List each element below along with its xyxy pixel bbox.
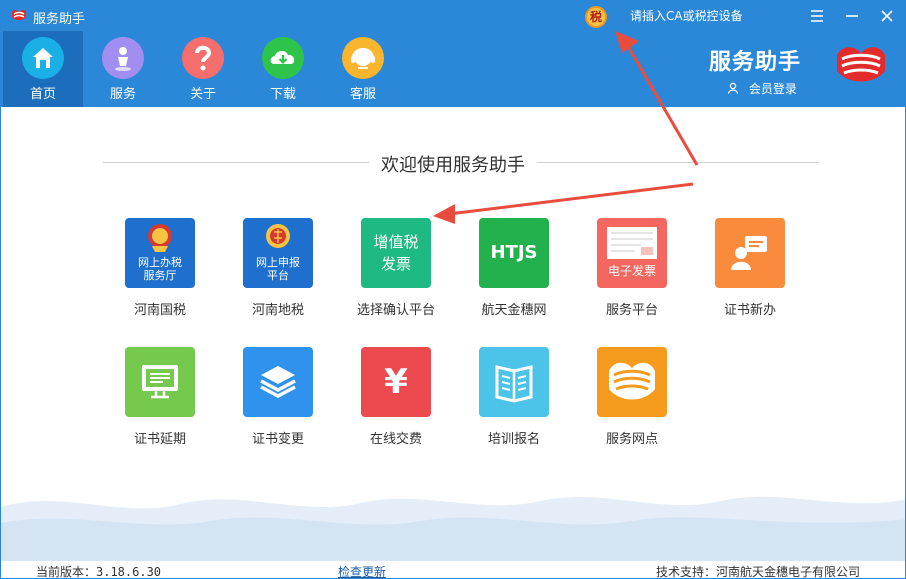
tile-caption: 电子发票	[607, 264, 656, 278]
service-point-icon	[597, 347, 667, 417]
tile-label: 在线交费	[369, 432, 422, 447]
certificate-extend-icon	[125, 347, 195, 417]
tile-caption: HTJS	[490, 242, 538, 263]
tile-online-payment[interactable]: ¥ 在线交费	[341, 347, 451, 452]
tile-caption: 网上办税 服务厅	[138, 256, 182, 282]
person-icon	[102, 37, 144, 79]
close-icon[interactable]	[876, 5, 898, 27]
device-status-text: 请插入CA或税控设备	[630, 9, 743, 23]
tile-certificate-extend[interactable]: 证书延期	[105, 347, 215, 452]
question-icon	[182, 37, 224, 79]
tile-service-points[interactable]: 服务网点	[577, 347, 687, 452]
tile-certificate-change[interactable]: 证书变更	[223, 347, 333, 452]
tile-label: 培训报名	[487, 432, 540, 447]
tile-label: 证书延期	[133, 432, 186, 447]
user-icon	[727, 82, 739, 94]
tile-label: 选择确认平台	[356, 303, 435, 318]
minimize-icon[interactable]	[841, 5, 863, 27]
tile-label: 证书变更	[251, 432, 304, 447]
tile-henan-national-tax[interactable]: 网上办税 服务厅 河南国税	[105, 218, 215, 323]
title-bar: 服务助手 税 请插入CA或税控设备	[1, 1, 905, 31]
header: 服务助手 税 请插入CA或税控设备 首页 服务 关于 下载 客服 服务助手 会员…	[1, 1, 905, 107]
layers-icon	[243, 347, 313, 417]
nav-support[interactable]: 客服	[323, 31, 403, 107]
headset-icon	[342, 37, 384, 79]
nav-about[interactable]: 关于	[163, 31, 243, 107]
tile-label: 服务平台	[605, 303, 658, 318]
welcome-title: 欢迎使用服务助手	[369, 151, 537, 177]
nav-home[interactable]: 首页	[3, 31, 83, 107]
tile-label: 证书新办	[723, 303, 776, 318]
tile-htjs[interactable]: HTJS 航天金穗网	[459, 218, 569, 323]
nav-download[interactable]: 下载	[243, 31, 323, 107]
tile-label: 服务网点	[605, 432, 658, 447]
tile-training-signup[interactable]: 培训报名	[459, 347, 569, 452]
htjs-logo-icon: HTJS	[479, 218, 549, 288]
national-tax-emblem-icon: 网上办税 服务厅	[125, 218, 195, 288]
book-icon	[479, 347, 549, 417]
download-cloud-icon	[262, 37, 304, 79]
service-assistant-window: 服务助手 税 请插入CA或税控设备 首页 服务 关于 下载 客服 服务助手 会员…	[0, 0, 906, 579]
version-text: 当前版本：3.18.6.30	[36, 565, 162, 579]
tile-vat-invoice-confirm[interactable]: 增值税 发票 选择确认平台	[341, 218, 451, 323]
member-login-link[interactable]: 会员登录	[727, 80, 797, 97]
nav-support-label: 客服	[349, 87, 376, 102]
tile-caption: ¥	[384, 362, 408, 402]
home-icon	[22, 37, 64, 79]
tile-certificate-new[interactable]: 证书新办	[695, 218, 805, 323]
tile-e-invoice-service[interactable]: 电子发票 服务平台	[577, 218, 687, 323]
check-update-link[interactable]: 检查更新	[338, 563, 386, 578]
nav-home-label: 首页	[29, 87, 56, 102]
tile-label: 河南国税	[133, 303, 186, 318]
window-title: 服务助手	[33, 12, 86, 27]
nav-about-label: 关于	[189, 87, 216, 102]
tile-caption: 增值税 发票	[373, 233, 419, 273]
tile-caption: 网上申报 平台	[256, 256, 300, 282]
vat-invoice-icon: 增值税 发票	[361, 218, 431, 288]
tile-label: 河南地税	[251, 303, 304, 318]
brand-logo-icon	[837, 47, 885, 82]
brand-title: 服务助手	[709, 50, 802, 75]
tech-support-text: 技术支持：河南航天金穗电子有限公司	[656, 565, 861, 579]
tile-henan-local-tax[interactable]: 网上申报 平台 河南地税	[223, 218, 333, 323]
nav-service-label: 服务	[109, 87, 136, 102]
member-login-label: 会员登录	[748, 82, 797, 96]
local-tax-emblem-icon: 网上申报 平台	[243, 218, 313, 288]
menu-icon[interactable]	[806, 5, 828, 27]
app-logo-icon	[12, 10, 26, 20]
tax-badge-icon[interactable]: 税	[585, 6, 607, 28]
e-invoice-icon: 电子发票	[597, 218, 667, 288]
nav-download-label: 下载	[269, 87, 296, 102]
status-bar: 当前版本：3.18.6.30 检查更新 技术支持：河南航天金穗电子有限公司	[1, 560, 905, 579]
nav-service[interactable]: 服务	[83, 31, 163, 107]
yen-icon: ¥	[361, 347, 431, 417]
tile-label: 航天金穗网	[481, 303, 547, 318]
certificate-new-icon	[715, 218, 785, 288]
wave-background	[1, 496, 905, 561]
